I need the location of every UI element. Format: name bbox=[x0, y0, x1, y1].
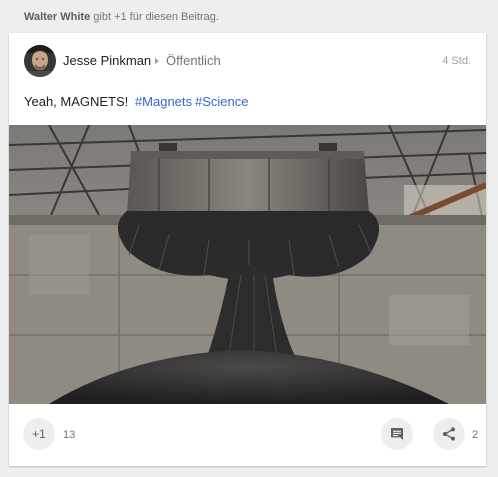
hashtag-link[interactable]: #Magnets bbox=[135, 94, 192, 109]
chevron-right-icon bbox=[155, 58, 159, 64]
activity-text: gibt +1 für diesen Beitrag. bbox=[93, 11, 219, 23]
avatar[interactable] bbox=[24, 45, 56, 77]
plusone-button[interactable]: +1 bbox=[23, 418, 55, 450]
post-text: Yeah, MAGNETS! #Magnets #Science bbox=[24, 94, 249, 109]
post-card: Jesse Pinkman Öffentlich 4 Std. Yeah, MA… bbox=[9, 33, 486, 466]
post-timestamp[interactable]: 4 Std. bbox=[442, 55, 471, 67]
plusone-count: 13 bbox=[63, 429, 76, 441]
visibility-label[interactable]: Öffentlich bbox=[166, 53, 221, 68]
post-header: Jesse Pinkman Öffentlich 4 Std. bbox=[9, 33, 486, 89]
comment-icon bbox=[391, 428, 403, 440]
activity-user[interactable]: Walter White bbox=[24, 11, 90, 23]
share-icon bbox=[443, 427, 455, 441]
author-name[interactable]: Jesse Pinkman bbox=[63, 53, 151, 68]
activity-line: Walter White gibt +1 für diesen Beitrag. bbox=[24, 11, 219, 23]
post-actions: +1 13 2 bbox=[9, 404, 486, 466]
post-image[interactable] bbox=[9, 125, 486, 404]
post-body: Yeah, MAGNETS! bbox=[24, 94, 129, 109]
share-button[interactable] bbox=[433, 418, 465, 450]
comment-button[interactable] bbox=[381, 418, 413, 450]
hashtag-link[interactable]: #Science bbox=[195, 94, 248, 109]
share-count: 2 bbox=[472, 429, 479, 441]
